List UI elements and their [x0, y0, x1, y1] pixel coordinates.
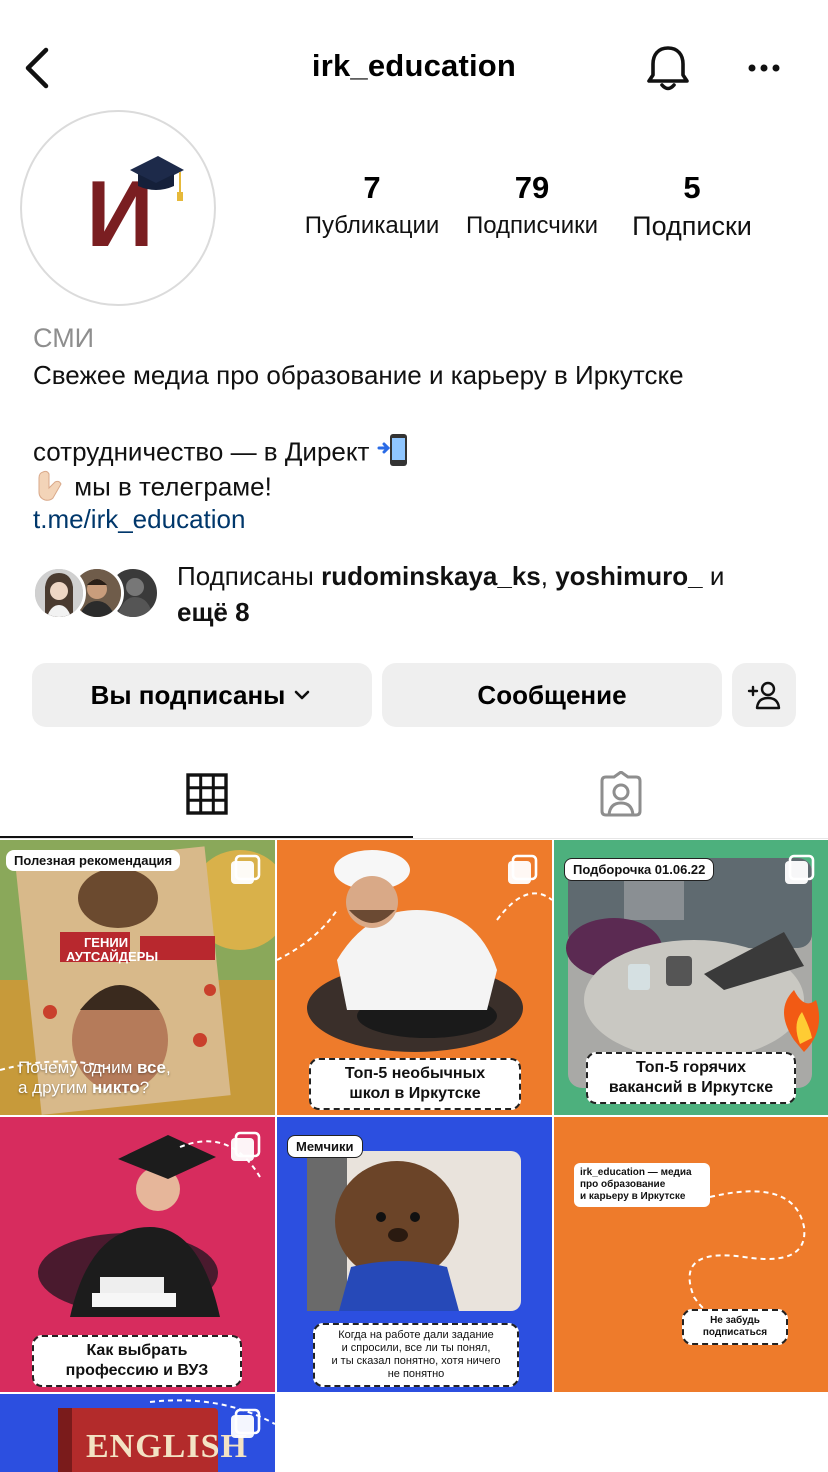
follower-avatar[interactable]	[32, 566, 86, 620]
followed-by-more[interactable]: ещё 8	[177, 597, 250, 627]
post-caption-part: Почему одним	[18, 1058, 138, 1077]
following-button[interactable]: Вы подписаны	[32, 663, 372, 727]
carousel-icon	[229, 1408, 261, 1440]
active-tab-indicator	[0, 836, 413, 838]
following-button-label: Вы подписаны	[90, 679, 286, 710]
followed-by-separator: ,	[540, 561, 556, 591]
post-note-line: про образование	[580, 1179, 666, 1190]
post-caption-line: и спросили, все ли ты понял,	[341, 1342, 491, 1354]
post-thumbnail[interactable]: Мемчики Когда на работе дали задание и с…	[277, 1117, 552, 1392]
post-note-line: Не забудь	[710, 1315, 760, 1326]
post-note: Не забудь подписаться	[682, 1309, 788, 1345]
tab-posts-grid[interactable]	[0, 750, 414, 838]
bio-telegram-line: мы в телеграме!	[33, 468, 272, 509]
post-note-line: irk_education — медиа	[580, 1167, 692, 1178]
post-caption-part: а другим	[18, 1078, 92, 1097]
post-caption-line: Когда на работе дали задание	[338, 1329, 494, 1341]
stat-followers[interactable]: 79 Подписчики	[458, 168, 606, 244]
posts-label: Публикации	[304, 212, 440, 239]
bio-telegram-text: мы в телеграме!	[74, 471, 272, 502]
more-horizontal-icon[interactable]	[740, 50, 788, 86]
post-thumbnail[interactable]: irk_education — медиа про образование и …	[554, 1117, 828, 1392]
post-note-line: подписаться	[702, 1327, 768, 1338]
carousel-icon	[229, 1131, 261, 1163]
post-thumbnail[interactable]: Подборочка 01.06.22 Топ-5 горячих ваканс…	[554, 840, 828, 1115]
posts-count: 7	[363, 170, 381, 205]
add-user-button[interactable]	[732, 663, 796, 727]
post-caption: Как выбрать профессию и ВУЗ	[32, 1335, 242, 1387]
post-caption-line: вакансий в Иркутске	[608, 1079, 774, 1096]
post-caption-line: и ты сказал понятно, хотя ничего	[331, 1355, 501, 1367]
profile-username: irk_education	[311, 48, 517, 83]
add-user-icon	[747, 681, 781, 710]
tab-divider	[0, 838, 828, 839]
followed-by-and: и	[702, 561, 725, 591]
post-caption-line: школ в Иркутске	[349, 1085, 481, 1102]
profile-avatar[interactable]: И	[20, 110, 216, 306]
post-note: irk_education — медиа про образование и …	[574, 1163, 710, 1207]
bell-icon[interactable]	[640, 40, 696, 96]
post-note-line: и карьеру в Иркутске	[580, 1191, 686, 1202]
post-tag: Мемчики	[287, 1135, 363, 1158]
followed-by-text[interactable]: Подписаны rudominskaya_ks, yoshimuro_ и е…	[177, 558, 797, 630]
pointing-down-emoji	[33, 468, 67, 509]
followers-label: Подписчики	[465, 212, 599, 239]
post-caption-bold: никто	[91, 1078, 140, 1097]
tab-tagged[interactable]	[414, 750, 828, 838]
post-thumbnail[interactable]: ENGLISH	[0, 1394, 275, 1472]
chevron-down-icon	[295, 690, 310, 700]
tagged-person-icon	[600, 771, 642, 817]
post-caption: Топ-5 горячих вакансий в Иркутске	[586, 1052, 796, 1104]
message-button-label: Сообщение	[477, 679, 627, 710]
following-label: Подписки	[632, 211, 752, 241]
post-caption-line: не понятно	[387, 1368, 445, 1380]
post-thumbnail[interactable]: Как выбрать профессию и ВУЗ	[0, 1117, 275, 1392]
post-image	[554, 1117, 828, 1392]
profile-category: СМИ	[33, 323, 95, 353]
post-book-title: ENGLISH	[86, 1428, 248, 1465]
carousel-icon	[783, 854, 815, 886]
post-book-title: ГЕНИИ АУТСАЙДЕРЫ	[66, 935, 159, 964]
post-caption-line: Топ-5 необычных	[344, 1065, 486, 1082]
followers-count: 79	[514, 170, 550, 205]
post-tag: Подборочка 01.06.22	[564, 858, 715, 881]
bio-collab-text: сотрудничество — в Директ	[33, 436, 370, 467]
followed-by-user[interactable]: rudominskaya_ks	[321, 561, 541, 591]
logo-graphic: И	[86, 156, 184, 266]
post-thumbnail[interactable]: Топ-5 необычных школ в Иркутске	[277, 840, 552, 1115]
post-caption: Топ-5 необычных школ в Иркутске	[309, 1058, 521, 1110]
bio-description: Свежее медиа про образование и карьеру в…	[33, 360, 684, 390]
post-caption-part: ?	[139, 1078, 150, 1097]
grid-icon	[186, 773, 228, 815]
post-thumbnail[interactable]: Полезная рекомендация ГЕНИИ АУТСАЙДЕРЫ П…	[0, 840, 275, 1115]
post-caption-line: Как выбрать	[86, 1342, 188, 1359]
stat-following[interactable]: 5 Подписки	[616, 168, 768, 244]
phone-arrow-emoji	[377, 432, 411, 475]
followed-by-prefix: Подписаны	[177, 561, 322, 591]
post-caption-bold: все	[137, 1058, 166, 1077]
post-caption: Когда на работе дали задание и спросили,…	[313, 1323, 519, 1387]
stat-posts[interactable]: 7 Публикации	[296, 168, 448, 244]
carousel-icon	[229, 854, 261, 886]
post-tag: Полезная рекомендация	[6, 850, 181, 871]
post-caption-line: профессию и ВУЗ	[65, 1362, 209, 1379]
post-caption: Почему одним все, а другим никто?	[18, 1058, 171, 1098]
carousel-icon	[506, 854, 538, 886]
message-button[interactable]: Сообщение	[382, 663, 722, 727]
following-count: 5	[683, 170, 701, 205]
followed-by-user[interactable]: yoshimuro_	[555, 561, 702, 591]
post-caption-part: ,	[165, 1058, 171, 1077]
post-caption-line: Топ-5 горячих	[635, 1059, 747, 1076]
bio-link[interactable]: t.me/irk_education	[33, 504, 245, 535]
